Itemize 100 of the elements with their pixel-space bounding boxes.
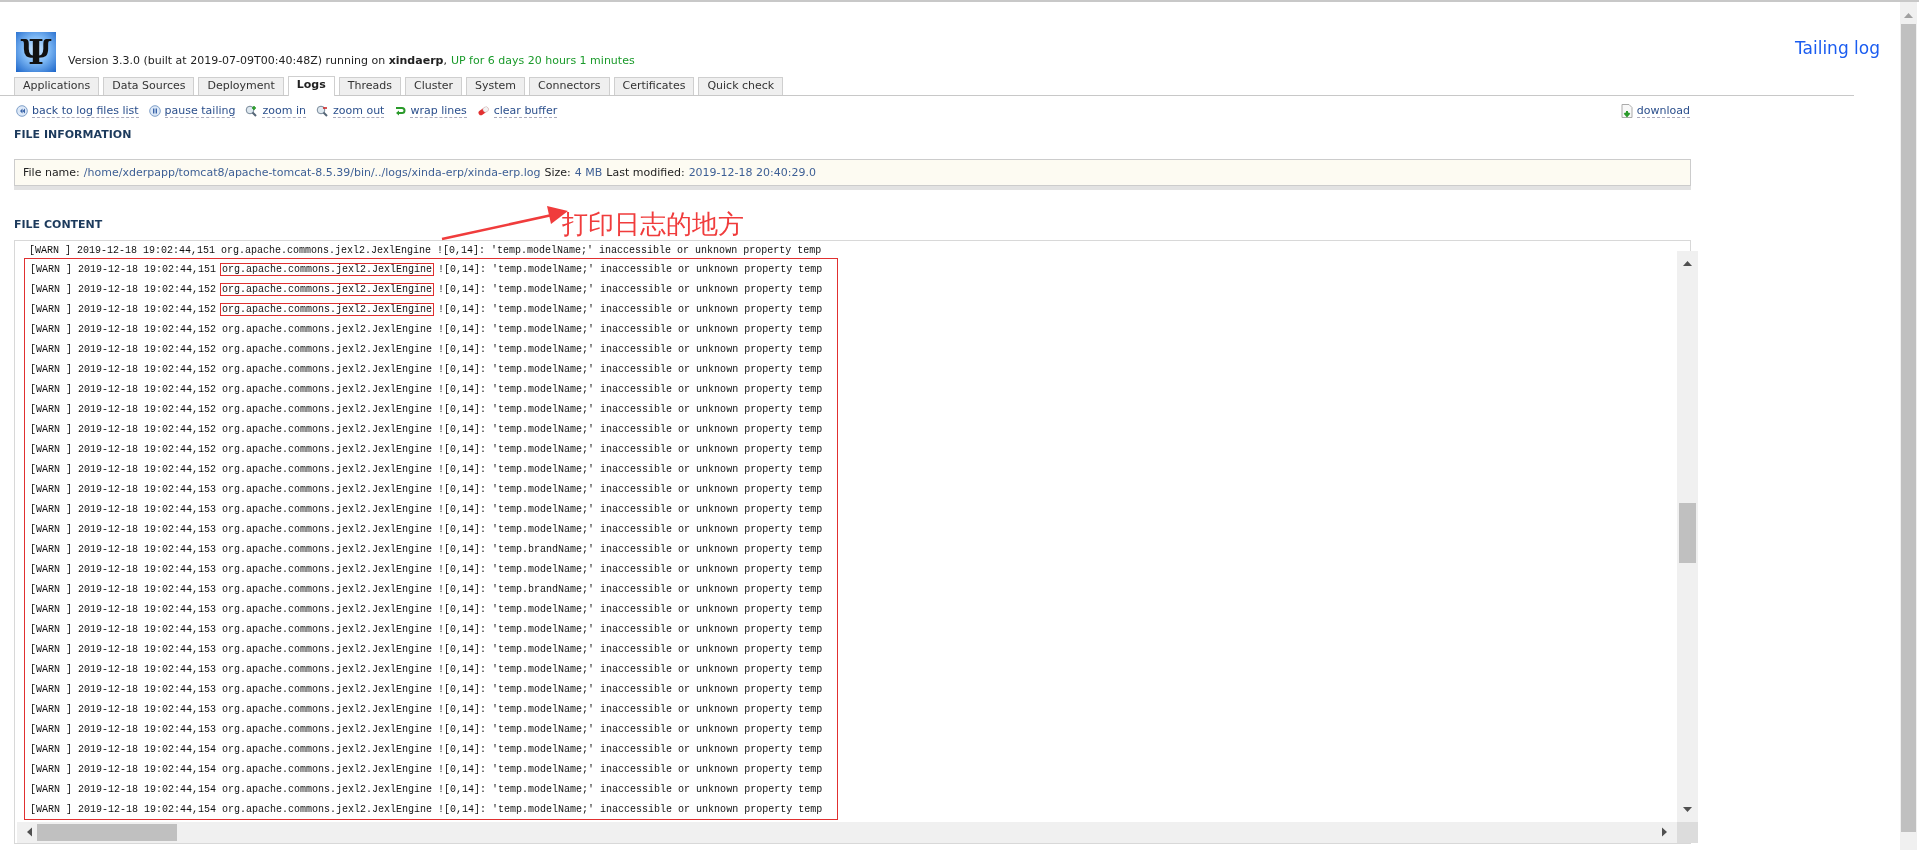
log-timestamp: [WARN ] 2019-12-18 19:02:44,152: [30, 423, 217, 435]
logger-name: org.apache.commons.jexl2.JexlEngine: [221, 342, 434, 356]
log-timestamp: [WARN ] 2019-12-18 19:02:44,153: [30, 703, 217, 715]
log-message: ![0,14]: 'temp.modelName;' inaccessible or unknown property temp: [438, 643, 823, 655]
nav-tab[interactable]: Logs: [287, 76, 335, 96]
eraser-icon[interactable]: [476, 105, 490, 117]
log-timestamp: [WARN ] 2019-12-18 19:02:44,154: [30, 803, 217, 815]
logger-name: org.apache.commons.jexl2.JexlEngine: [221, 642, 434, 656]
logger-name: org.apache.commons.jexl2.JexlEngine: [221, 362, 434, 376]
log-message: ![0,14]: 'temp.modelName;' inaccessible or unknown property temp: [438, 763, 823, 775]
logger-name: org.apache.commons.jexl2.JexlEngine: [221, 782, 434, 796]
annotation-text: 打印日志的地方: [562, 208, 744, 241]
log-message: ![0,14]: 'temp.modelName;' inaccessible or unknown property temp: [438, 683, 823, 695]
zoom-out-icon[interactable]: [315, 105, 329, 117]
field-value: /home/xderpapp/tomcat8/apache-tomcat-8.5.39/bin/../logs/xinda-erp/xinda-erp.log: [83, 166, 541, 179]
log-timestamp: [WARN ] 2019-12-18 19:02:44,153: [30, 683, 217, 695]
logger-name: org.apache.commons.jexl2.JexlEngine: [221, 802, 434, 816]
log-message: ![0,14]: 'temp.modelName;' inaccessible or unknown property temp: [438, 383, 823, 395]
toolbar-link[interactable]: pause tailing: [164, 104, 236, 118]
log-timestamp: [WARN ] 2019-12-18 19:02:44,154: [30, 783, 217, 795]
log-message: ![0,14]: 'temp.modelName;' inaccessible or unknown property temp: [438, 503, 823, 515]
log-timestamp: [WARN ] 2019-12-18 19:02:44,151: [30, 263, 217, 275]
log-timestamp: [WARN ] 2019-12-18 19:02:44,152: [30, 463, 217, 475]
log-message: ![0,14]: 'temp.modelName;' inaccessible or unknown property temp: [437, 244, 822, 256]
logger-name: org.apache.commons.jexl2.JexlEngine: [221, 482, 434, 496]
log-timestamp: [WARN ] 2019-12-18 19:02:44,153: [30, 543, 217, 555]
field-label: Last modified:: [606, 166, 685, 179]
file-download-icon[interactable]: [1620, 104, 1633, 118]
nav-tab[interactable]: Quick check: [698, 77, 784, 95]
log-message: ![0,14]: 'temp.brandName;' inaccessible or unknown property temp: [438, 583, 823, 595]
log-message: ![0,14]: 'temp.modelName;' inaccessible or unknown property temp: [438, 283, 823, 295]
section-heading: FILE INFORMATION: [14, 128, 133, 141]
log-message: ![0,14]: 'temp.modelName;' inaccessible or unknown property temp: [438, 343, 823, 355]
field-label: File name:: [23, 166, 80, 179]
download-link[interactable]: download: [1636, 104, 1690, 118]
logger-name: org.apache.commons.jexl2.JexlEngine: [221, 442, 434, 456]
nav-tab[interactable]: Data Sources: [103, 77, 195, 95]
nav-tab[interactable]: Connectors: [529, 77, 610, 95]
nav-tab[interactable]: Threads: [338, 77, 401, 95]
log-timestamp: [WARN ] 2019-12-18 19:02:44,153: [30, 523, 217, 535]
logger-name: org.apache.commons.jexl2.JexlEngine: [221, 622, 434, 636]
log-message: ![0,14]: 'temp.modelName;' inaccessible or unknown property temp: [438, 423, 823, 435]
nav-tab[interactable]: Certificates: [613, 77, 695, 95]
log-timestamp: [WARN ] 2019-12-18 19:02:44,153: [30, 663, 217, 675]
logger-name: org.apache.commons.jexl2.JexlEngine: [221, 402, 434, 416]
logger-name: org.apache.commons.jexl2.JexlEngine: [221, 422, 434, 436]
logger-name: org.apache.commons.jexl2.JexlEngine: [221, 742, 434, 756]
log-timestamp: [WARN ] 2019-12-18 19:02:44,153: [30, 483, 217, 495]
log-timestamp: [WARN ] 2019-12-18 19:02:44,152: [30, 383, 217, 395]
highlighted-logger-name: org.apache.commons.jexl2.JexlEngine: [220, 282, 435, 296]
version-text: Version 3.3.0 (built at 2019-07-09T00:40:48Z) running on xindaerp,: [68, 53, 447, 67]
pause-icon[interactable]: [148, 105, 161, 117]
field-label: Size:: [544, 166, 571, 179]
log-timestamp: [WARN ] 2019-12-18 19:02:44,152: [30, 283, 217, 295]
log-timestamp: [WARN ] 2019-12-18 19:02:44,152: [30, 323, 217, 335]
nav-tab[interactable]: System: [466, 77, 526, 95]
highlighted-logger-name: org.apache.commons.jexl2.JexlEngine: [220, 302, 435, 316]
log-message: ![0,14]: 'temp.modelName;' inaccessible or unknown property temp: [438, 623, 823, 635]
logger-name: org.apache.commons.jexl2.JexlEngine: [221, 382, 434, 396]
toolbar-link[interactable]: zoom in: [262, 104, 306, 118]
log-message: ![0,14]: 'temp.modelName;' inaccessible or unknown property temp: [438, 363, 823, 375]
log-timestamp: [WARN ] 2019-12-18 19:02:44,154: [30, 763, 217, 775]
logger-name: org.apache.commons.jexl2.JexlEngine: [221, 722, 434, 736]
app-logo: Ψ: [16, 32, 56, 72]
log-message: ![0,14]: 'temp.modelName;' inaccessible or unknown property temp: [438, 703, 823, 715]
log-timestamp: [WARN ] 2019-12-18 19:02:44,152: [30, 443, 217, 455]
log-message: ![0,14]: 'temp.modelName;' inaccessible or unknown property temp: [438, 263, 823, 275]
page-title: Tailing log: [1794, 38, 1880, 58]
return-arrow-icon[interactable]: [394, 105, 407, 117]
uptime-text: UP for 6 days 20 hours 1 minutes: [450, 53, 635, 67]
nav-tab[interactable]: Deployment: [198, 77, 284, 95]
toolbar-link[interactable]: wrap lines: [410, 104, 467, 118]
logger-name: org.apache.commons.jexl2.JexlEngine: [221, 522, 434, 536]
log-timestamp: [WARN ] 2019-12-18 19:02:44,153: [30, 643, 217, 655]
logger-name: org.apache.commons.jexl2.JexlEngine: [221, 542, 434, 556]
log-message: ![0,14]: 'temp.modelName;' inaccessible or unknown property temp: [438, 783, 823, 795]
zoom-in-icon[interactable]: [245, 105, 259, 117]
log-message: ![0,14]: 'temp.modelName;' inaccessible or unknown property temp: [438, 563, 823, 575]
logger-name: org.apache.commons.jexl2.JexlEngine: [221, 662, 434, 676]
toolbar-link[interactable]: back to log files list: [32, 104, 139, 118]
log-timestamp: [WARN ] 2019-12-18 19:02:44,152: [30, 403, 217, 415]
toolbar-link[interactable]: zoom out: [332, 104, 385, 118]
nav-tab[interactable]: Applications: [14, 77, 100, 95]
log-timestamp: [WARN ] 2019-12-18 19:02:44,152: [30, 363, 217, 375]
logger-name: org.apache.commons.jexl2.JexlEngine: [221, 702, 434, 716]
log-timestamp: [WARN ] 2019-12-18 19:02:44,154: [30, 743, 217, 755]
log-timestamp: [WARN ] 2019-12-18 19:02:44,152: [30, 303, 217, 315]
log-timestamp: [WARN ] 2019-12-18 19:02:44,153: [30, 603, 217, 615]
nav-tab[interactable]: Cluster: [405, 77, 463, 95]
toolbar-link[interactable]: clear buffer: [493, 104, 558, 118]
logger-name: org.apache.commons.jexl2.JexlEngine: [221, 562, 434, 576]
log-message: ![0,14]: 'temp.modelName;' inaccessible or unknown property temp: [438, 723, 823, 735]
log-timestamp: [WARN ] 2019-12-18 19:02:44,152: [30, 343, 217, 355]
log-timestamp: [WARN ] 2019-12-18 19:02:44,153: [30, 563, 217, 575]
log-message: ![0,14]: 'temp.modelName;' inaccessible or unknown property temp: [438, 663, 823, 675]
rewind-icon[interactable]: [16, 105, 28, 117]
logger-name: org.apache.commons.jexl2.JexlEngine: [221, 322, 434, 336]
log-message: ![0,14]: 'temp.modelName;' inaccessible or unknown property temp: [438, 743, 823, 755]
field-value: 2019-12-18 20:40:29.0: [688, 166, 816, 179]
log-message: ![0,14]: 'temp.modelName;' inaccessible or unknown property temp: [438, 303, 823, 315]
